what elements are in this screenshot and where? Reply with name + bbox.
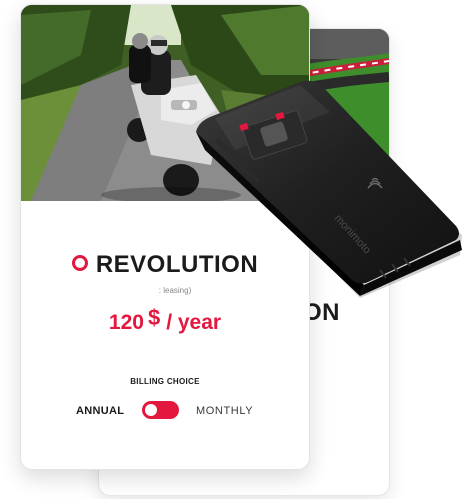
billing-toggle[interactable] [142,401,179,419]
plan-subtitle: : leasing) [158,286,192,295]
pricing-stage: ON EL [0,0,472,499]
motorcycle-riders-image [21,5,309,201]
plan-photo [21,5,309,201]
billing-toggle-row: ANNUAL MONTHLY [21,401,309,423]
red-ring-icon [71,255,88,271]
price-period: / year [166,311,222,334]
front-pricing-card: REVOLUTION : leasing) 120 $ / year BILLING… [20,4,310,470]
toggle-knob [145,404,157,416]
annual-option[interactable]: ANNUAL [76,405,124,417]
price-amount: 120 [108,311,144,334]
billing-choice-label: BILLING CHOICE [130,377,200,386]
price-currency: $ [147,305,161,330]
monthly-option[interactable]: MONTHLY [196,405,253,417]
plan-title-row: REVOLUTION [21,251,309,279]
plan-title: REVOLUTION [95,251,259,278]
price: 120 $ / year [21,305,309,337]
